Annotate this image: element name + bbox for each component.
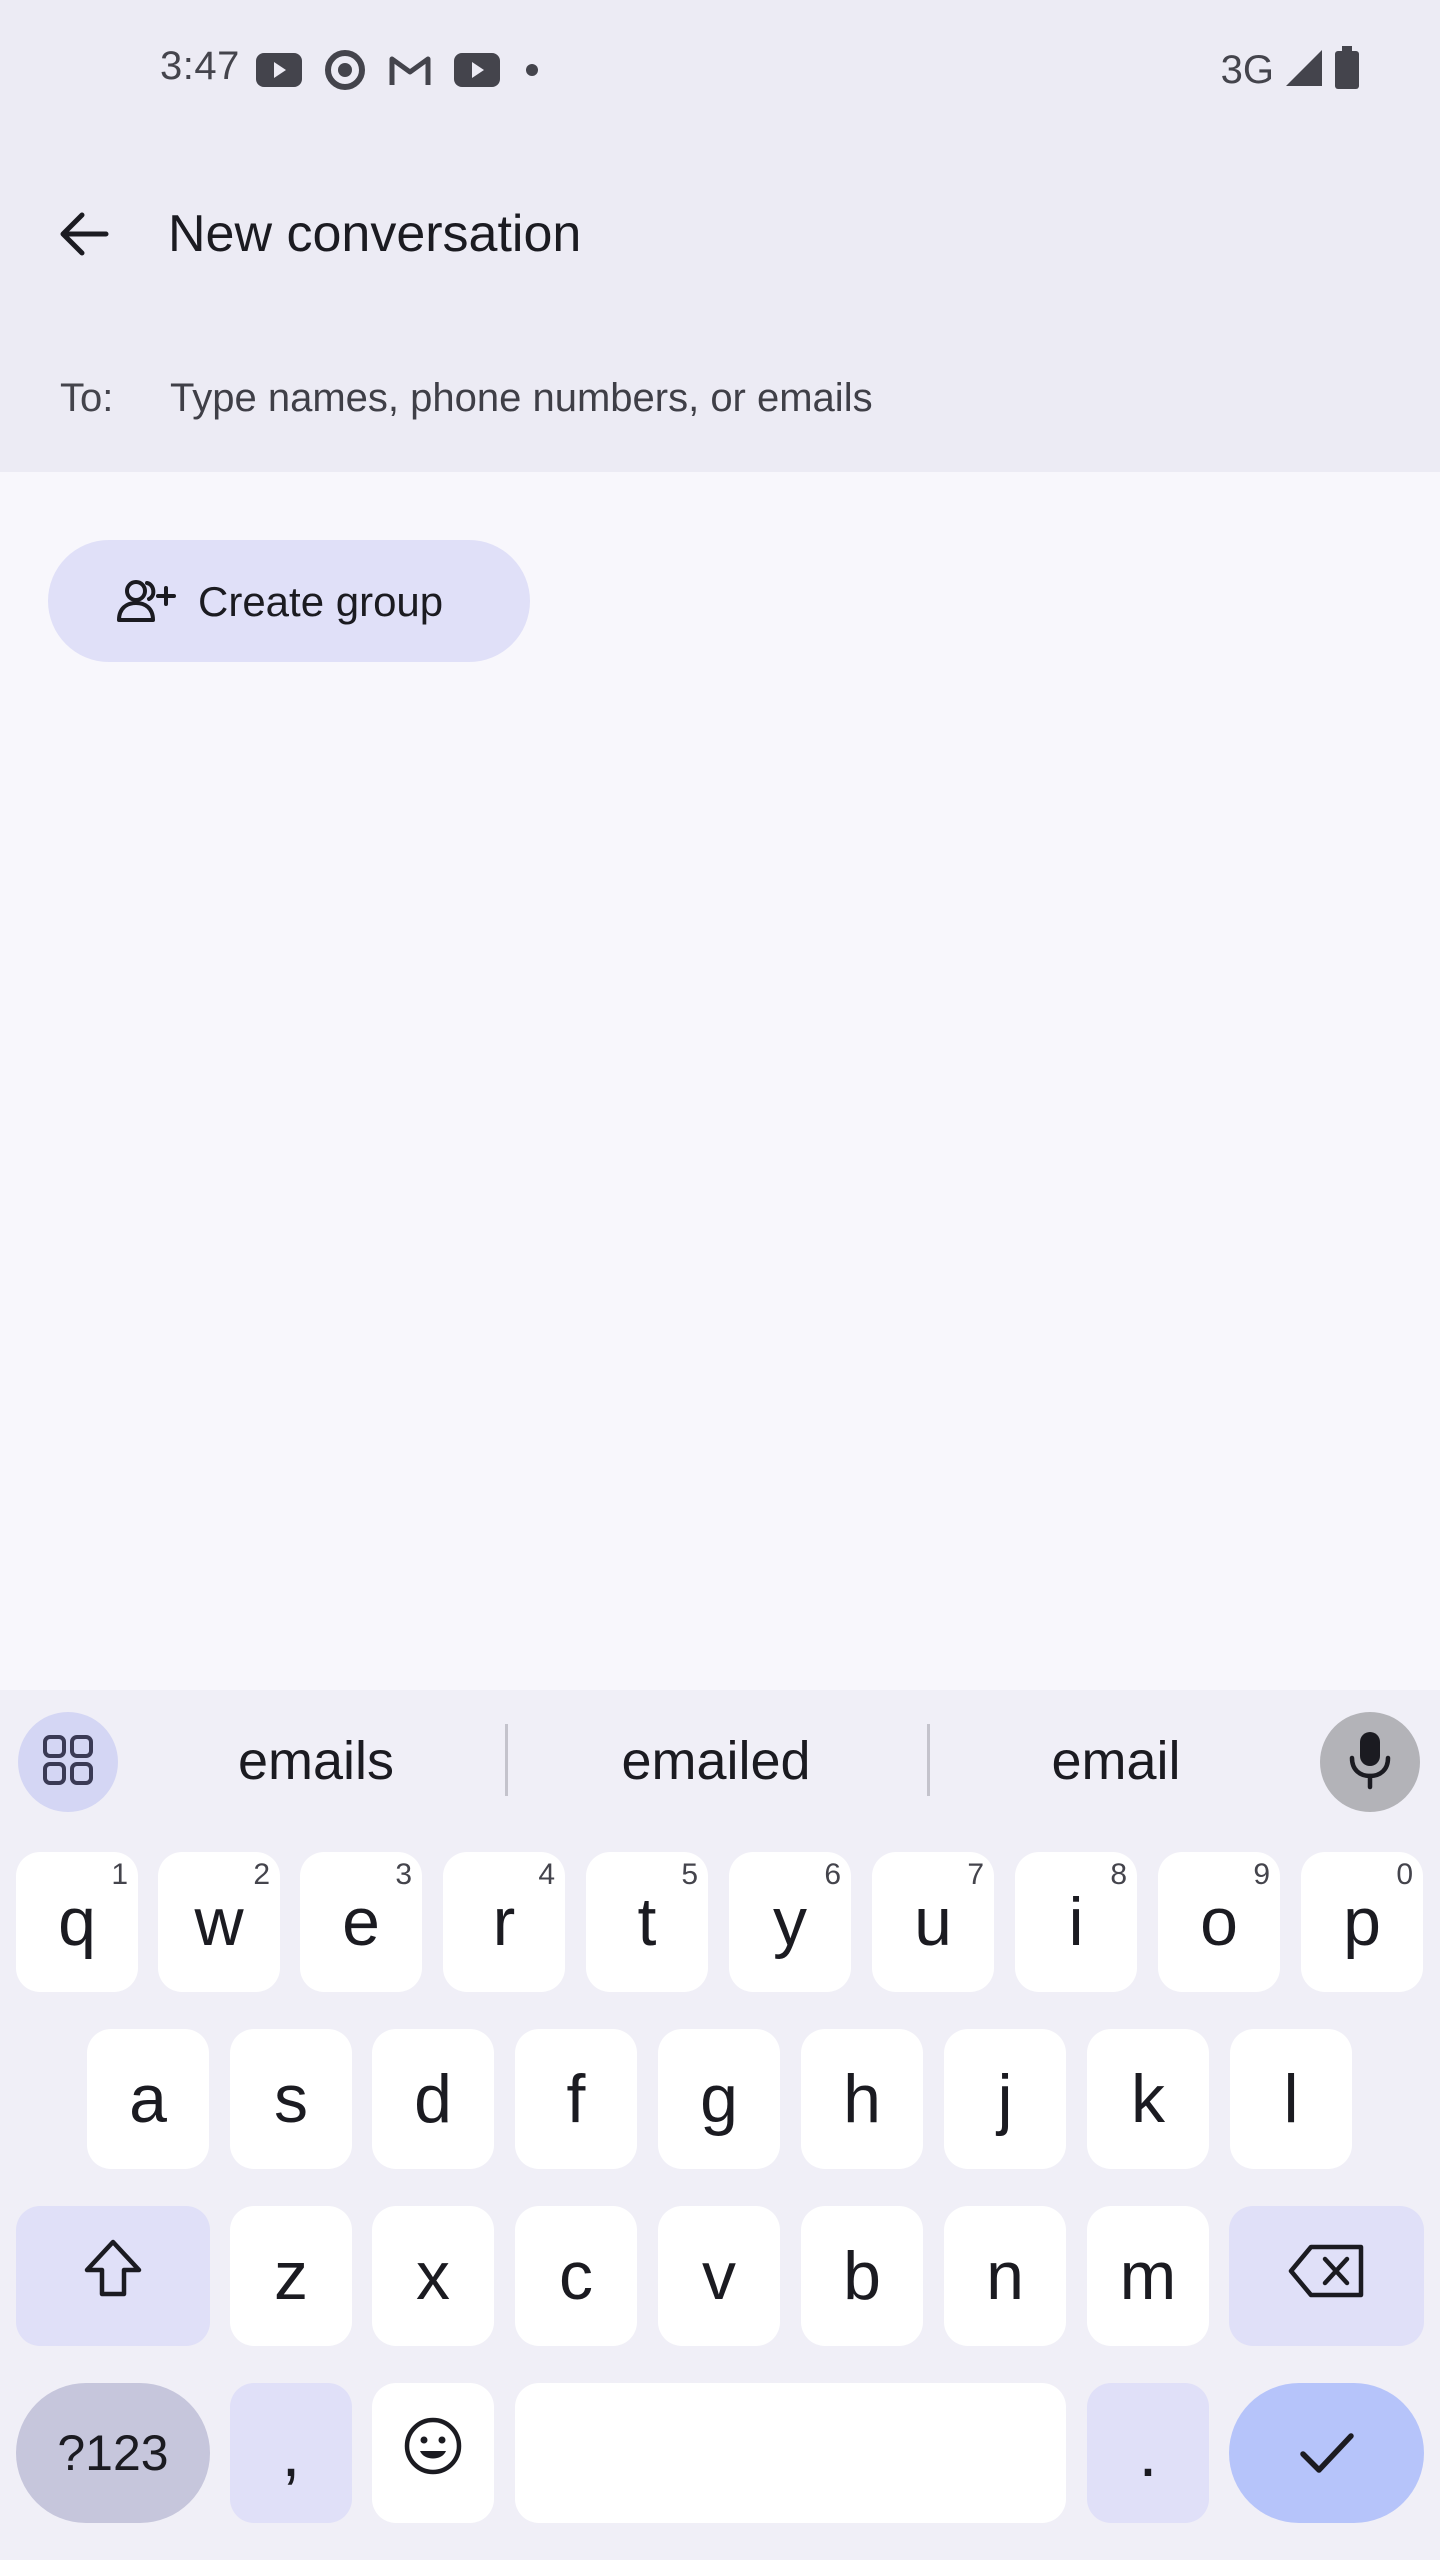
target-icon	[324, 49, 366, 91]
key-g[interactable]: g	[658, 2029, 780, 2169]
voice-input-button[interactable]	[1320, 1712, 1420, 1812]
check-icon	[1297, 2414, 1357, 2492]
signal-icon	[1284, 48, 1324, 93]
keyboard: emails emailed email q1 w2 e3 r4 t5 y6 u…	[0, 1690, 1440, 2560]
arrow-back-icon	[56, 206, 112, 267]
youtube-icon	[256, 53, 302, 87]
page-title: New conversation	[168, 205, 582, 263]
recipient-row: To:	[0, 348, 1440, 448]
emoji-icon	[403, 2414, 463, 2492]
grid-icon	[42, 1734, 94, 1791]
status-right: 3G	[1221, 44, 1360, 96]
key-b[interactable]: b	[801, 2206, 923, 2346]
key-x[interactable]: x	[372, 2206, 494, 2346]
emoji-key[interactable]	[372, 2383, 494, 2523]
space-key[interactable]	[515, 2383, 1066, 2523]
suggestion-bar: emails emailed email	[0, 1690, 1440, 1830]
key-k[interactable]: k	[1087, 2029, 1209, 2169]
suggestion-1[interactable]: emails	[136, 1730, 496, 1792]
top-area: 3:47 3G New conversation To: Type names,…	[0, 0, 1440, 472]
suggestion-divider	[927, 1724, 930, 1796]
key-i[interactable]: i8	[1015, 1852, 1137, 1992]
app-bar: New conversation	[0, 160, 1440, 304]
suggestion-divider	[505, 1724, 508, 1796]
key-f[interactable]: f	[515, 2029, 637, 2169]
key-m[interactable]: m	[1087, 2206, 1209, 2346]
shift-key[interactable]	[16, 2206, 210, 2346]
comma-key[interactable]: ,	[230, 2383, 352, 2523]
key-y[interactable]: y6	[729, 1852, 851, 1992]
create-group-label: Create group	[198, 578, 444, 625]
key-e[interactable]: e3	[300, 1852, 422, 1992]
key-t[interactable]: t5	[586, 1852, 708, 1992]
microphone-icon	[1348, 1730, 1392, 1795]
key-r[interactable]: r4	[443, 1852, 565, 1992]
status-time: 3:47	[160, 44, 240, 88]
key-h[interactable]: h	[801, 2029, 923, 2169]
backspace-icon	[1287, 2237, 1367, 2315]
key-w[interactable]: w2	[158, 1852, 280, 1992]
shift-icon	[81, 2236, 145, 2316]
key-o[interactable]: o9	[1158, 1852, 1280, 1992]
enter-key[interactable]	[1229, 2383, 1424, 2523]
to-label: To:	[60, 376, 114, 420]
keyboard-apps-button[interactable]	[18, 1712, 118, 1812]
backspace-key[interactable]	[1229, 2206, 1424, 2346]
recipient-input[interactable]	[170, 368, 1370, 428]
key-c[interactable]: c	[515, 2206, 637, 2346]
notification-icons	[256, 48, 542, 92]
key-u[interactable]: u7	[872, 1852, 994, 1992]
suggestion-2[interactable]: emailed	[536, 1730, 896, 1792]
key-a[interactable]: a	[87, 2029, 209, 2169]
key-n[interactable]: n	[944, 2206, 1066, 2346]
youtube-icon	[454, 53, 500, 87]
symbols-key[interactable]: ?123	[16, 2383, 210, 2523]
key-q[interactable]: q1	[16, 1852, 138, 1992]
suggestion-3[interactable]: email	[936, 1730, 1296, 1792]
status-bar: 3:47 3G	[0, 0, 1440, 140]
key-p[interactable]: p0	[1301, 1852, 1423, 1992]
key-l[interactable]: l	[1230, 2029, 1352, 2169]
add-people-icon	[116, 578, 176, 629]
key-v[interactable]: v	[658, 2206, 780, 2346]
key-j[interactable]: j	[944, 2029, 1066, 2169]
network-type: 3G	[1220, 47, 1274, 92]
key-s[interactable]: s	[230, 2029, 352, 2169]
key-d[interactable]: d	[372, 2029, 494, 2169]
dot-icon	[522, 60, 542, 80]
back-button[interactable]	[40, 192, 128, 280]
period-key[interactable]: .	[1087, 2383, 1209, 2523]
gmail-icon	[388, 53, 432, 87]
create-group-button[interactable]: Create group	[48, 540, 530, 662]
key-z[interactable]: z	[230, 2206, 352, 2346]
battery-icon	[1334, 45, 1360, 95]
